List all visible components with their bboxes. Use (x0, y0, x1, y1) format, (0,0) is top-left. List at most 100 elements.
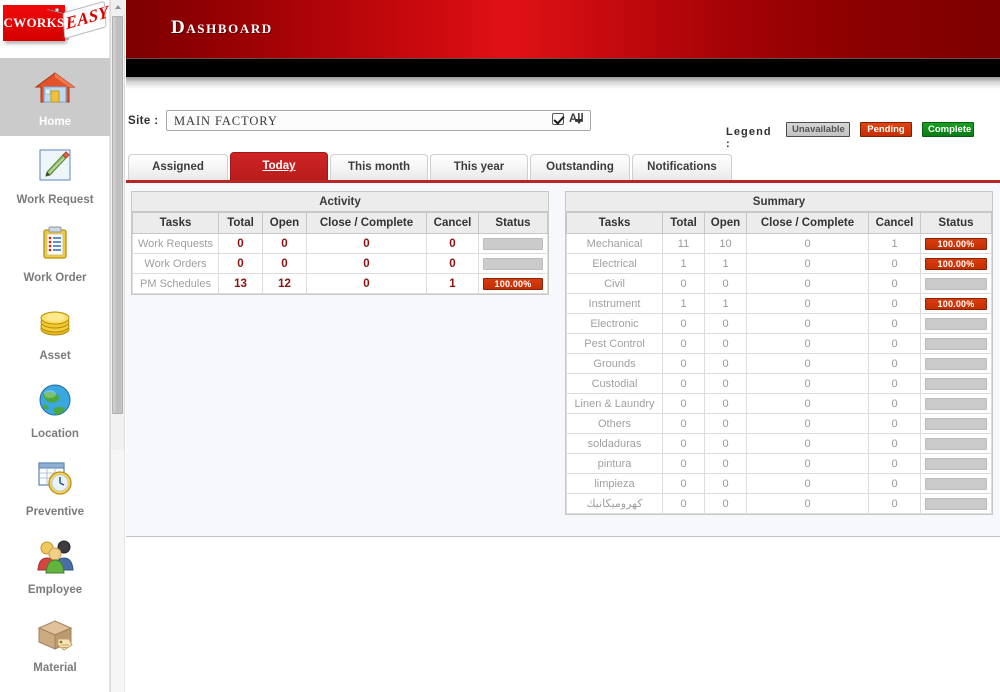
cell-total: 0 (218, 253, 263, 274)
sidebar-item-work-order[interactable]: Work Order (0, 214, 110, 292)
sidebar-scrollbar[interactable] (110, 0, 125, 450)
col-close: Close / Complete (746, 212, 869, 234)
sidebar-item-home[interactable]: Home (0, 58, 110, 136)
sidebar-item-label: Work Order (23, 272, 87, 284)
cell-open: 0 (704, 373, 747, 394)
page-title: Dashboard (171, 17, 273, 38)
tab-today[interactable]: Today (230, 152, 328, 181)
sidebar-item-employee[interactable]: Employee (0, 526, 110, 604)
house-icon (33, 66, 77, 110)
cell-close-complete: 0 (746, 333, 869, 354)
col-open: Open (704, 212, 747, 234)
table-row: Work Orders 0 0 0 0 (132, 253, 548, 274)
table-header-row: Tasks Total Open Close / Complete Cancel… (132, 212, 548, 234)
all-sites-label: All (569, 113, 584, 125)
cell-task: Work Requests (132, 233, 219, 254)
table-row: Civil 0 0 0 0 (566, 273, 992, 294)
status-progress-bar (925, 377, 987, 390)
status-progress-bar (925, 357, 987, 370)
activity-card-title: Activity (132, 192, 548, 212)
summary-card-title: Summary (566, 192, 992, 212)
col-tasks: Tasks (132, 212, 219, 234)
cell-status (920, 473, 992, 494)
tab-this-year[interactable]: This year (430, 154, 528, 180)
page-header-banner: Dashboard (126, 0, 1000, 58)
cell-open: 0 (704, 393, 747, 414)
tab-notifications[interactable]: Notifications (632, 154, 732, 180)
cell-close-complete: 0 (746, 453, 869, 474)
cell-open: 0 (704, 453, 747, 474)
legend-label: Legend : (726, 126, 772, 150)
cell-total: 0 (662, 453, 705, 474)
cell-cancel: 1 (868, 233, 921, 254)
cell-total: 11 (662, 233, 705, 254)
cell-status (478, 253, 548, 274)
cell-total: 0 (662, 373, 705, 394)
cell-task: كهروميكانيك (566, 493, 663, 514)
all-sites-checkbox[interactable] (552, 113, 564, 125)
cell-cancel: 0 (868, 273, 921, 294)
table-row: Pest Control 0 0 0 0 (566, 333, 992, 354)
cell-open: 0 (704, 493, 747, 514)
status-progress-bar: 100.00% (925, 297, 987, 310)
activity-table: Tasks Total Open Close / Complete Cancel… (132, 212, 548, 294)
tab-assigned[interactable]: Assigned (128, 154, 228, 180)
status-progress-bar: 100.00% (483, 277, 543, 290)
cell-total: 0 (662, 433, 705, 454)
app-logo[interactable]: CWORKS TM EASY (0, 0, 110, 58)
header-black-strip (126, 59, 1000, 77)
site-select[interactable]: MAIN FACTORY (166, 110, 591, 131)
cell-status (920, 273, 992, 294)
cell-cancel: 0 (868, 453, 921, 474)
site-label: Site : (128, 115, 159, 127)
logo-easy-badge: EASY (50, 0, 110, 48)
cell-close-complete: 0 (746, 433, 869, 454)
cell-open: 0 (704, 433, 747, 454)
cell-status (920, 453, 992, 474)
cell-total: 0 (662, 333, 705, 354)
status-progress-bar (925, 277, 987, 290)
status-progress-label: 100.00% (494, 278, 532, 289)
sidebar-item-work-request[interactable]: Work Request (0, 136, 110, 214)
table-row: Electrical 1 1 0 0 100.00% (566, 253, 992, 274)
table-row: limpieza 0 0 0 0 (566, 473, 992, 494)
tab-outstanding[interactable]: Outstanding (530, 154, 630, 180)
cell-open: 0 (704, 333, 747, 354)
cell-cancel: 0 (868, 293, 921, 314)
cell-status: 100.00% (920, 293, 992, 314)
cell-status (920, 353, 992, 374)
col-status: Status (920, 212, 992, 234)
sidebar-item-material[interactable]: Material (0, 604, 110, 682)
cell-open: 0 (262, 233, 307, 254)
sidebar-item-location[interactable]: Location (0, 370, 110, 448)
scrollbar-thumb[interactable] (112, 16, 123, 414)
sidebar-scrollbar-track-bottom[interactable] (110, 450, 125, 692)
pencil-icon (33, 144, 77, 188)
sidebar-item-preventive[interactable]: Preventive (0, 448, 110, 526)
cell-total: 0 (662, 353, 705, 374)
cell-status (920, 313, 992, 334)
cell-task: Linen & Laundry (566, 393, 663, 414)
cell-total: 1 (662, 293, 705, 314)
cell-task: Electronic (566, 313, 663, 334)
coins-icon (33, 300, 77, 344)
cell-task: PM Schedules (132, 273, 219, 294)
cell-close-complete: 0 (306, 253, 427, 274)
tab-this-month[interactable]: This month (330, 154, 428, 180)
status-progress-bar (925, 477, 987, 490)
cell-close-complete: 0 (306, 233, 427, 254)
sidebar-item-asset[interactable]: Asset (0, 292, 110, 370)
legend-badge-unavailable: Unavailable (786, 122, 850, 137)
cell-open: 1 (704, 253, 747, 274)
cell-total: 0 (662, 493, 705, 514)
cell-open: 0 (704, 353, 747, 374)
scroll-up-arrow-icon[interactable] (111, 0, 125, 14)
cell-open: 1 (704, 293, 747, 314)
cell-cancel: 0 (868, 353, 921, 374)
cell-total: 1 (662, 253, 705, 274)
cell-task: Grounds (566, 353, 663, 374)
cell-close-complete: 0 (746, 233, 869, 254)
cell-close-complete: 0 (746, 313, 869, 334)
cell-open: 0 (704, 413, 747, 434)
cell-cancel: 0 (868, 413, 921, 434)
